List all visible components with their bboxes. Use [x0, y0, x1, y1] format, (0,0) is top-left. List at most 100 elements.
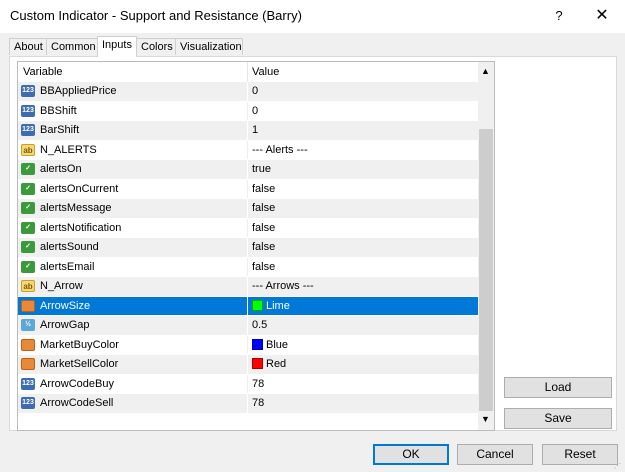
variable-value[interactable]: Lime — [252, 299, 290, 312]
bool-icon: ✓ — [21, 221, 35, 234]
table-row[interactable]: ✓ alertsEmail false — [18, 257, 478, 277]
header-value[interactable]: Value — [252, 66, 279, 78]
value-text: true — [252, 163, 271, 175]
scroll-up-icon[interactable]: ▲ — [481, 66, 490, 76]
value-text: 0 — [252, 85, 259, 97]
tab-common[interactable]: Common — [46, 38, 98, 55]
variable-value[interactable]: 78 — [252, 397, 264, 409]
variable-name: alertsEmail — [40, 260, 95, 273]
table-row[interactable]: 123 ArrowCodeBuy 78 — [18, 374, 478, 394]
value-text: --- Alerts --- — [252, 143, 308, 156]
variable-value[interactable]: 0 — [252, 85, 258, 97]
value-text: false — [252, 182, 276, 195]
variable-value[interactable]: Red — [252, 358, 286, 370]
grid-header: Variable Value — [18, 62, 478, 83]
double-icon: ½ — [21, 319, 35, 331]
column-separator — [247, 238, 248, 257]
resize-grip-icon[interactable]: ⋰ — [614, 462, 622, 470]
bool-icon: ✓ — [21, 182, 35, 195]
table-row[interactable]: 123 BarShift 1 — [18, 121, 478, 141]
column-separator — [247, 218, 248, 237]
variable-name: BBShift — [40, 104, 77, 117]
variable-name: alertsOn — [40, 163, 82, 175]
variable-value[interactable]: 0 — [252, 105, 258, 117]
value-text: Lime — [266, 299, 290, 312]
table-row[interactable]: ab N_Arrow --- Arrows --- — [18, 277, 478, 297]
color-icon — [21, 299, 35, 312]
tab-colors[interactable]: Colors — [136, 38, 176, 55]
variable-name: ArrowGap — [40, 319, 90, 331]
grid-rows: 123 BBAppliedPrice 0 123 BBShift 0 123 BarShift… — [18, 82, 478, 414]
variable-name: ArrowCodeBuy — [40, 377, 114, 390]
tab-about[interactable]: About — [9, 38, 47, 55]
int-icon: 123 — [21, 397, 35, 409]
table-row[interactable]: 123 BBAppliedPrice 0 — [18, 82, 478, 102]
value-text: 78 — [252, 397, 265, 409]
column-separator — [247, 101, 248, 120]
variable-value[interactable]: 0.5 — [252, 319, 267, 331]
table-row[interactable]: MarketBuyColor Blue — [18, 335, 478, 355]
variable-name: alertsNotification — [40, 221, 122, 234]
variable-name: N_ALERTS — [40, 143, 97, 156]
table-row[interactable]: ArrowSize Lime — [18, 296, 478, 316]
title-bar: Custom Indicator - Support and Resistanc… — [0, 0, 625, 33]
load-button[interactable]: Load — [504, 377, 612, 398]
reset-button[interactable]: Reset — [542, 444, 618, 465]
table-row[interactable]: ✓ alertsNotification false — [18, 218, 478, 238]
help-button[interactable]: ? — [547, 6, 571, 26]
column-separator — [247, 374, 248, 393]
color-swatch — [252, 338, 263, 350]
variable-value[interactable]: false — [252, 183, 275, 195]
table-row[interactable]: ½ ArrowGap 0.5 — [18, 316, 478, 336]
table-row[interactable]: 123 ArrowCodeSell 78 — [18, 394, 478, 414]
value-text: false — [252, 221, 276, 234]
value-text: false — [252, 241, 276, 253]
table-row[interactable]: MarketSellColor Red — [18, 355, 478, 375]
variable-value[interactable]: 1 — [252, 124, 258, 136]
variable-name: alertsMessage — [40, 202, 112, 214]
close-button[interactable]: ✕ — [590, 5, 614, 27]
variable-value[interactable]: false — [252, 222, 275, 234]
cancel-button[interactable]: Cancel — [457, 444, 533, 465]
scroll-thumb[interactable] — [479, 129, 493, 411]
scroll-down-icon[interactable]: ▼ — [481, 414, 490, 424]
bool-icon: ✓ — [21, 241, 35, 253]
variable-name: N_Arrow — [40, 280, 83, 292]
tab-inputs[interactable]: Inputs — [97, 36, 137, 57]
header-variable[interactable]: Variable — [23, 66, 63, 78]
column-separator — [247, 179, 248, 198]
tab-visualization[interactable]: Visualization — [175, 38, 243, 55]
value-text: false — [252, 260, 276, 273]
variable-name: MarketBuyColor — [40, 338, 119, 351]
variable-value[interactable]: --- Alerts --- — [252, 144, 308, 156]
table-row[interactable]: ✓ alertsOnCurrent false — [18, 179, 478, 199]
variable-value[interactable]: false — [252, 202, 275, 214]
bool-icon: ✓ — [21, 260, 35, 273]
header-separator — [247, 62, 248, 82]
variable-value[interactable]: Blue — [252, 338, 288, 351]
variable-value[interactable]: 78 — [252, 378, 264, 390]
save-button[interactable]: Save — [504, 408, 612, 429]
table-row[interactable]: ab N_ALERTS --- Alerts --- — [18, 140, 478, 160]
table-row[interactable]: 123 BBShift 0 — [18, 101, 478, 121]
color-swatch — [252, 358, 263, 369]
value-text: Red — [266, 358, 287, 370]
table-row[interactable]: ✓ alertsOn true — [18, 160, 478, 180]
string-icon: ab — [21, 280, 35, 292]
variable-value[interactable]: true — [252, 163, 271, 175]
variable-value[interactable]: false — [252, 241, 275, 253]
column-separator — [247, 82, 248, 101]
value-text: 0.5 — [252, 319, 268, 331]
color-swatch — [252, 299, 263, 311]
value-text: --- Arrows --- — [252, 280, 314, 292]
variable-value[interactable]: false — [252, 261, 275, 273]
vertical-scrollbar[interactable]: ▲ ▼ — [478, 62, 494, 430]
ok-button[interactable]: OK — [373, 444, 449, 465]
table-row[interactable]: ✓ alertsSound false — [18, 238, 478, 258]
variable-value[interactable]: --- Arrows --- — [252, 280, 314, 292]
value-text: 1 — [252, 124, 259, 136]
table-row[interactable]: ✓ alertsMessage false — [18, 199, 478, 219]
column-separator — [247, 140, 248, 159]
column-separator — [247, 394, 248, 413]
bool-icon: ✓ — [21, 202, 35, 214]
